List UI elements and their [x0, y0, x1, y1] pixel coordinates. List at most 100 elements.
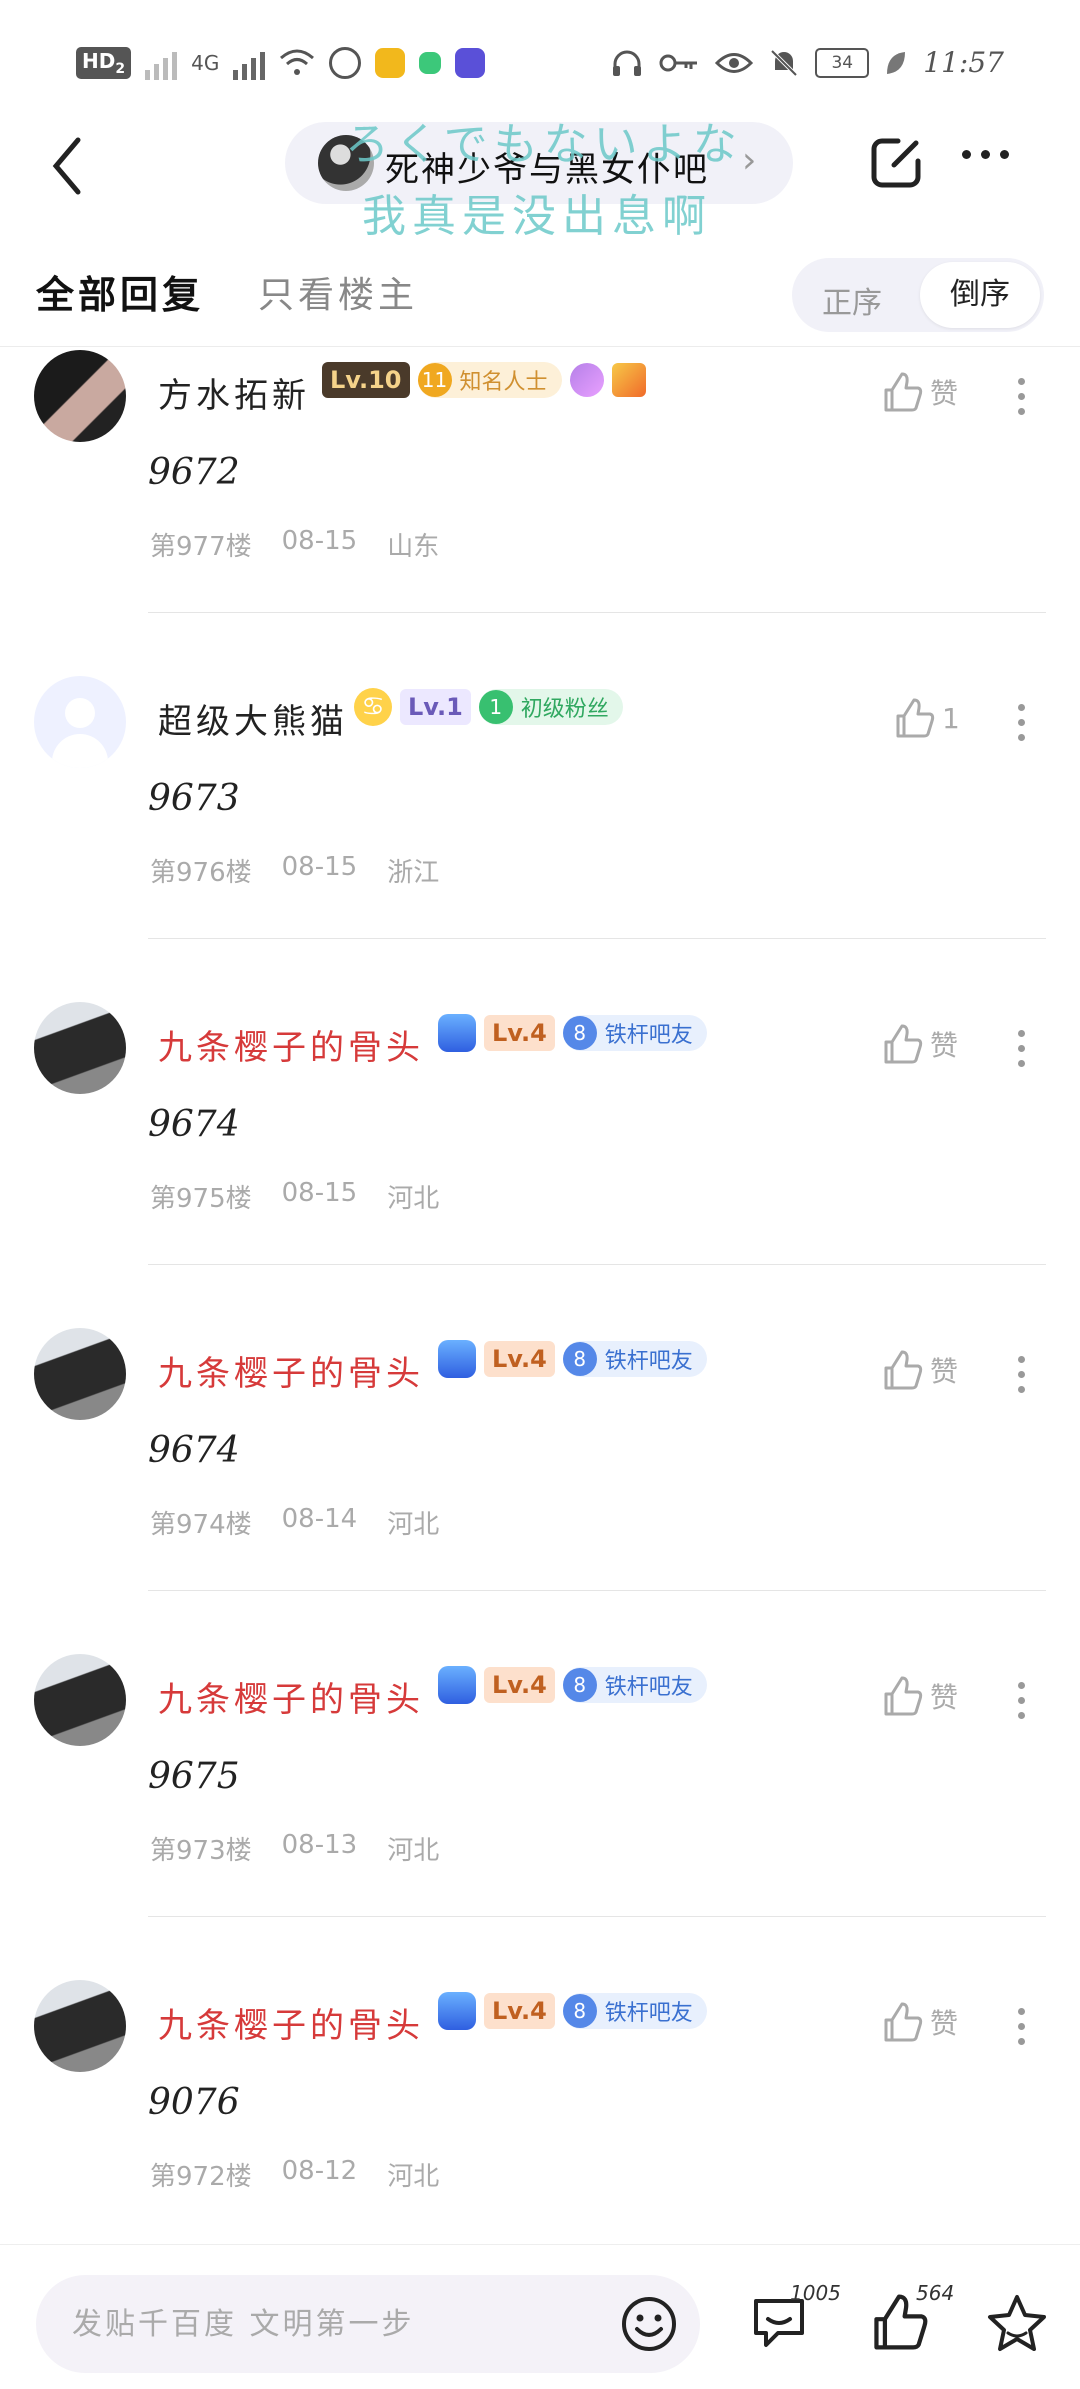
k-app-icon — [329, 47, 362, 79]
kebab-icon[interactable] — [1018, 1030, 1025, 1067]
chevron-right-icon[interactable]: › — [742, 140, 756, 181]
avatar[interactable] — [34, 1328, 126, 1420]
notify-app-yellow-icon — [375, 48, 406, 78]
reply-meta: 第972楼 08-12 河北 — [150, 2156, 439, 2193]
key-icon — [659, 54, 698, 71]
like-label[interactable]: 赞 — [930, 1024, 958, 1064]
fan-title: 铁杆吧友 — [604, 1023, 693, 1048]
edit-icon[interactable] — [868, 135, 924, 191]
user-badges: Lv.4 8 铁杆吧友 — [438, 1666, 707, 1704]
reply-item[interactable]: 九条樱子的骨头 Lv.4 8 铁杆吧友 赞 9675 第973楼 08-13 河北 — [0, 1644, 1080, 1970]
reply-content: 9076 — [148, 2082, 240, 2123]
kebab-icon[interactable] — [1018, 1682, 1025, 1719]
floor-number: 第976楼 — [150, 858, 252, 888]
avatar[interactable] — [34, 350, 126, 442]
comment-button[interactable]: 1005 — [748, 2281, 841, 2361]
reply-input-pill[interactable] — [36, 2275, 700, 2373]
tab-all-replies[interactable]: 全部回复 — [36, 264, 204, 319]
level-badge: Lv.4 — [484, 1341, 555, 1377]
hd-badge-sub: 2 — [115, 61, 126, 77]
status-right: 34 11:57 — [611, 46, 1004, 79]
username[interactable]: 九条樱子的骨头 — [158, 1998, 424, 2047]
avatar[interactable] — [34, 1654, 126, 1746]
like-button[interactable]: 赞 — [880, 1022, 958, 1066]
username[interactable]: 方水拓新 — [158, 368, 310, 417]
like-button[interactable]: 赞 — [880, 1674, 958, 1718]
mute-bell-icon — [770, 49, 798, 76]
reply-item[interactable]: 九条樱子的骨头 Lv.4 8 铁杆吧友 赞 9674 第974楼 08-14 河北 — [0, 1318, 1080, 1644]
reply-location: 河北 — [387, 1510, 440, 1540]
level-badge: Lv.4 — [484, 1667, 555, 1703]
user-badges: Lv.4 8 铁杆吧友 — [438, 1992, 707, 2030]
reply-item[interactable]: 九条樱子的骨头 Lv.4 8 铁杆吧友 赞 9674 第975楼 08-15 河北 — [0, 992, 1080, 1318]
username[interactable]: 九条樱子的骨头 — [158, 1346, 424, 1395]
kebab-icon[interactable] — [1018, 704, 1025, 741]
hd-badge: HD2 — [76, 47, 132, 79]
emoji-icon[interactable] — [620, 2295, 678, 2353]
user-badges: Lv.4 8 铁杆吧友 — [438, 1340, 707, 1378]
avatar[interactable] — [34, 1980, 126, 2072]
sort-asc-button[interactable]: 正序 — [822, 278, 882, 322]
reply-location: 河北 — [387, 1184, 440, 1214]
like-label[interactable]: 赞 — [930, 372, 958, 412]
crown-badge-icon — [438, 1014, 476, 1052]
like-button[interactable]: 赞 — [880, 2000, 958, 2044]
star-icon[interactable] — [984, 2291, 1050, 2357]
battery-indicator: 34 — [815, 47, 870, 78]
thumb-up-icon[interactable] — [880, 1348, 924, 1392]
status-left: HD2 4G — [76, 46, 486, 80]
fan-level: 8 — [562, 1668, 597, 1702]
like-button[interactable]: 1 — [892, 696, 960, 740]
avatar[interactable] — [34, 1002, 126, 1094]
thumb-up-icon[interactable] — [880, 370, 924, 414]
thumb-up-icon[interactable] — [880, 1022, 924, 1066]
like-label[interactable]: 赞 — [930, 1676, 958, 1716]
level-badge: Lv.1 — [400, 689, 471, 725]
signal-sim2-icon — [233, 46, 266, 80]
like-button[interactable]: 赞 — [880, 1348, 958, 1392]
divider — [148, 938, 1046, 939]
like-label[interactable]: 赞 — [930, 2002, 958, 2042]
reply-item[interactable]: 超级大熊猫 ♋ Lv.1 1 初级粉丝 1 9673 第976楼 08-15 浙江 — [0, 666, 1080, 992]
reply-item[interactable]: 方水拓新 Lv.10 11 知名人士 赞 9672 第977楼 08-15 山东 — [0, 340, 1080, 666]
like-post-button[interactable]: 564 — [868, 2281, 954, 2361]
comment-count: 1005 — [790, 2281, 841, 2305]
kebab-icon[interactable] — [1018, 378, 1025, 415]
reply-content: 9675 — [148, 1756, 240, 1797]
hd-badge-text: HD — [82, 49, 116, 73]
thumb-up-icon[interactable] — [880, 2000, 924, 2044]
reply-input[interactable] — [70, 2301, 614, 2347]
reply-date: 08-15 — [281, 1178, 358, 1208]
overlay-text-cn: 我真是没出息啊 — [362, 191, 712, 242]
username[interactable]: 九条樱子的骨头 — [158, 1672, 424, 1721]
avatar[interactable] — [34, 676, 126, 768]
thumb-up-icon[interactable] — [892, 696, 936, 740]
fan-badge: 8 铁杆吧友 — [562, 1341, 707, 1377]
crown-badge-icon — [438, 1666, 476, 1704]
fan-badge: 1 初级粉丝 — [478, 689, 623, 725]
username[interactable]: 超级大熊猫 — [158, 694, 348, 743]
like-label[interactable]: 赞 — [930, 1350, 958, 1390]
fan-level: 8 — [562, 1016, 597, 1050]
like-button[interactable]: 赞 — [880, 370, 958, 414]
kebab-icon[interactable] — [1018, 1356, 1025, 1393]
fan-title: 铁杆吧友 — [604, 2001, 693, 2026]
like-count[interactable]: 1 — [942, 702, 960, 735]
username[interactable]: 九条樱子的骨头 — [158, 1020, 424, 1069]
fan-level: 8 — [562, 1994, 597, 2028]
floor-number: 第975楼 — [150, 1184, 252, 1214]
fan-level: 1 — [478, 690, 513, 724]
more-icon[interactable] — [962, 150, 1009, 159]
thumb-up-icon[interactable] — [880, 1674, 924, 1718]
tab-op-only[interactable]: 只看楼主 — [258, 266, 418, 318]
fan-level: 8 — [562, 1342, 597, 1376]
fan-title: 铁杆吧友 — [604, 1675, 693, 1700]
back-icon[interactable] — [44, 134, 94, 198]
sort-toggle[interactable]: 正序 倒序 — [792, 258, 1044, 332]
status-bar: HD2 4G 34 11:57 — [0, 0, 1080, 120]
kebab-icon[interactable] — [1018, 2008, 1025, 2045]
user-badges: Lv.10 11 知名人士 — [322, 362, 646, 398]
divider — [148, 1916, 1046, 1917]
reply-content: 9673 — [148, 778, 240, 819]
sort-desc-button[interactable]: 倒序 — [920, 262, 1040, 328]
